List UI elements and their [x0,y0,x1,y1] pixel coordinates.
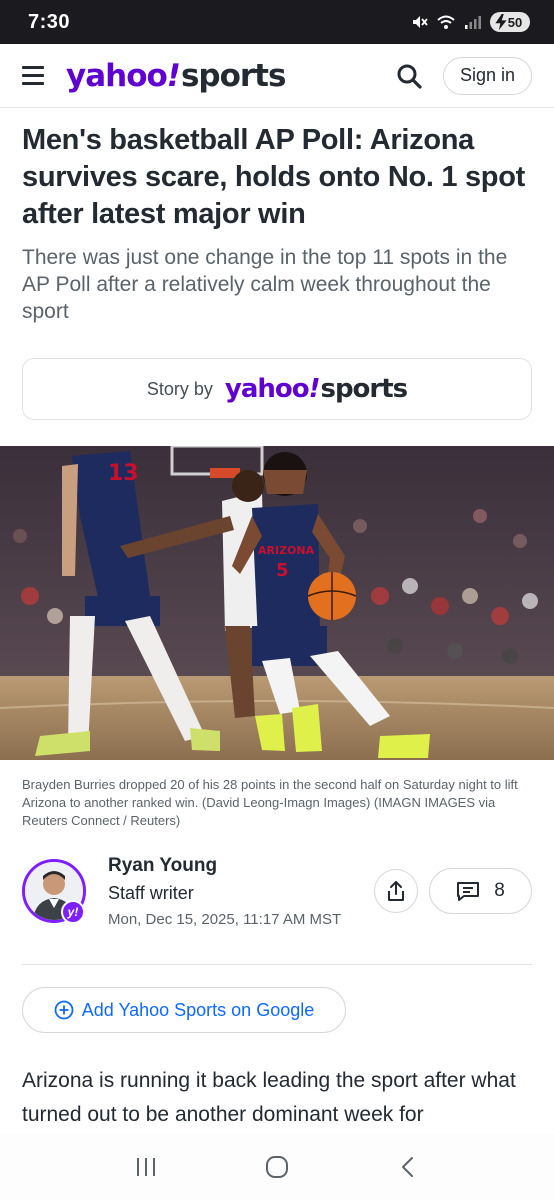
jersey-team-text: ARIZONA [258,544,315,557]
menu-icon[interactable] [22,64,46,88]
author-role: Staff writer [108,883,194,903]
sign-in-button[interactable]: Sign in [442,56,532,95]
recents-icon[interactable] [126,1147,166,1187]
yahoo-badge-icon: y! [61,900,85,924]
article-subheadline: There was just one change in the top 11 … [22,246,508,323]
story-by-banner[interactable]: Story by yahoo! sports [22,358,532,420]
home-icon[interactable] [257,1147,297,1187]
battery-indicator: 50 [490,12,530,32]
comment-icon [457,882,480,901]
signal-icon [465,16,481,29]
yahoo-sports-logo-small: yahoo! sports [224,374,408,404]
jersey-number-5: 5 [276,560,289,581]
google-button-label: Add Yahoo Sports on Google [81,999,315,1020]
author-name[interactable]: Ryan Young [108,855,217,877]
add-yahoo-sports-on-google-button[interactable]: Add Yahoo Sports on Google [22,987,346,1033]
comments-count: 8 [494,880,505,901]
search-icon[interactable] [393,60,425,92]
divider [22,964,532,965]
mute-icon [413,16,428,28]
comments-button[interactable]: 8 [429,868,532,914]
share-icon [388,881,404,901]
app-header: yahoo! sports Sign in [0,44,554,108]
article-hero-image[interactable]: 13 ARIZONA 5 [0,446,554,760]
status-icons: 50 [410,12,530,32]
image-caption: Brayden Burries dropped 20 of his 28 poi… [22,777,518,828]
publish-date: Mon, Dec 15, 2025, 11:17 AM MST [108,911,342,928]
plus-circle-icon [54,1000,74,1020]
back-icon[interactable] [388,1147,428,1187]
article-body-paragraph: Arizona is running it back leading the s… [22,1069,516,1126]
system-nav-bar [0,1134,554,1200]
status-bar: 7:30 50 [0,0,554,44]
share-button[interactable] [374,869,418,913]
yahoo-sports-logo[interactable]: yahoo! sports [66,58,286,94]
article-headline: Men's basketball AP Poll: Arizona surviv… [22,124,525,230]
jersey-number-13: 13 [108,461,139,486]
wifi-icon [437,15,455,29]
status-time: 7:30 [28,10,71,33]
battery-level: 50 [507,14,523,30]
story-by-label: Story by [146,378,213,399]
